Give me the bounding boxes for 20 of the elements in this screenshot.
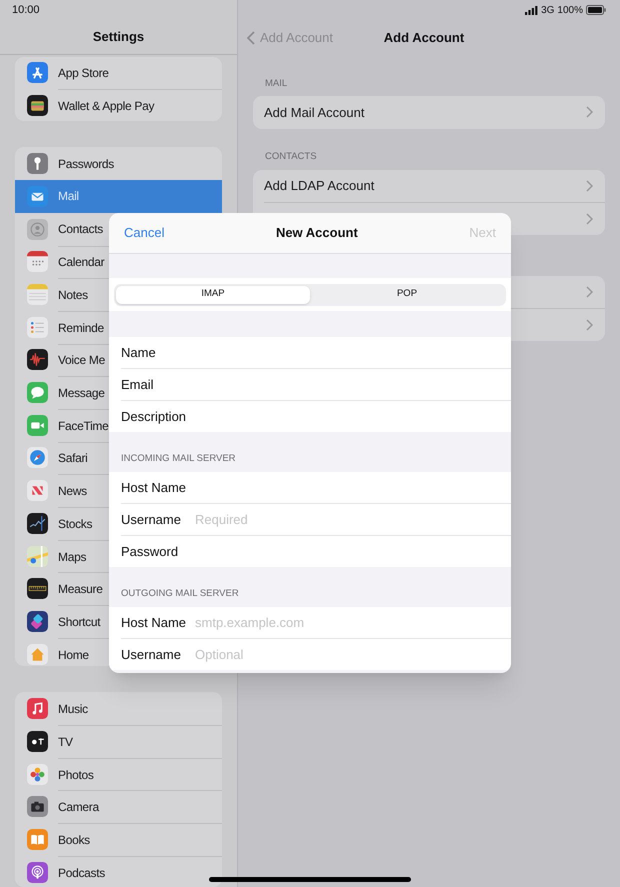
row-label: Add Mail Account (264, 104, 364, 122)
field-label: Username (109, 504, 195, 535)
field-label: Host Name (109, 472, 511, 503)
field-label: Host Name (109, 607, 195, 638)
field-label: Email (109, 369, 511, 400)
field-label: Description (109, 401, 511, 432)
section-header: OUTGOING MAIL SERVER (121, 586, 239, 601)
battery-percent: 100% (557, 4, 583, 18)
section-header: CONTACTS (265, 150, 317, 164)
network-type: 3G (541, 4, 554, 18)
dialog-title: New Account (276, 224, 358, 242)
row-label: Add LDAP Account (264, 177, 374, 195)
field-label: Password (109, 536, 511, 567)
field-label: Name (109, 337, 511, 368)
page-title: Add Account (384, 28, 464, 47)
status-time: 10:00 (12, 2, 40, 18)
section-header: MAIL (265, 76, 288, 91)
field-label: Username (109, 639, 195, 670)
sidebar-title: Settings (92, 28, 144, 46)
section-header: INCOMING MAIL SERVER (121, 452, 236, 466)
